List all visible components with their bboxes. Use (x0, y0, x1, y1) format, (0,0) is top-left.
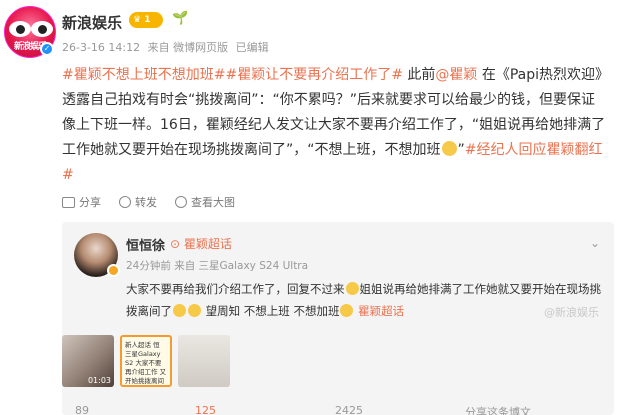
watermark: @新浪娱乐 (544, 306, 599, 319)
image-thumbnail[interactable]: 新人超话 恒 三星Galaxy S2 大家不要再介绍工作 又开始挑拨离间了 (120, 335, 172, 387)
chevron-down-icon[interactable]: ⌄ (590, 236, 600, 250)
sprout-icon[interactable]: 🌱 (172, 11, 188, 26)
share-label: 分享 (79, 196, 101, 209)
post-text-part: ” (457, 142, 465, 158)
supertopic-link[interactable]: ⊙ 瞿颖超话 (170, 235, 232, 252)
smile-emoji-icon (188, 304, 201, 317)
media-actions: 分享 转发 查看大图 (62, 194, 235, 210)
mention-link[interactable]: @瞿颖 (435, 67, 477, 83)
footer-count[interactable]: 2425 (335, 404, 363, 415)
avatar-eye-left (9, 21, 31, 37)
vip-level: 1 (144, 15, 151, 25)
thumbnail-text: 新人超话 恒 三星Galaxy S2 大家不要再介绍工作 又开始挑拨离间了 (125, 341, 167, 385)
image-thumbnail[interactable] (178, 335, 230, 387)
rotate-icon (119, 196, 131, 208)
share-icon (62, 196, 75, 208)
hashtag-link[interactable]: #瞿颖让不要再介绍工作了# (225, 67, 402, 83)
weibo-post: 新浪娱乐 ✓ 新浪娱乐 ♛ 1 🌱 26-3-16 14:12 来自 微博网页版… (0, 0, 617, 415)
footer-count[interactable]: 89 (75, 404, 89, 415)
quote-text-part: 望周知 不想上班 不想加班 (202, 304, 340, 318)
post-edited[interactable]: 已编辑 (236, 41, 269, 54)
repost-action[interactable]: 转发 (119, 194, 157, 210)
share-action[interactable]: 分享 (62, 194, 101, 210)
post-time[interactable]: 26-3-16 14:12 (62, 41, 140, 54)
video-thumbnail[interactable]: 01:03 (62, 335, 114, 387)
crying-emoji-icon (441, 141, 457, 156)
quote-thumbnails: 01:03 新人超话 恒 三星Galaxy S2 大家不要再介绍工作 又开始挑拨… (62, 335, 230, 387)
zoom-icon (175, 196, 187, 208)
post-meta: 26-3-16 14:12 来自 微博网页版 已编辑 (62, 39, 273, 55)
quoted-post[interactable]: 恒恒徐 ⊙ 瞿颖超话 ⌄ 24分钟前 来自 三星Galaxy S24 Ultra… (62, 222, 614, 415)
verified-badge-icon (107, 264, 120, 277)
supertopic-icon: ⊙ (170, 237, 181, 251)
crying-emoji-icon (345, 282, 359, 295)
footer-count[interactable]: 125 (195, 404, 216, 415)
quote-author-name[interactable]: 恒恒徐 (126, 235, 165, 254)
quote-text: 大家不要再给我们介绍工作了，回复不过来 姐姐说再给她排满了工作她就又要开始在现场挑… (126, 278, 606, 322)
post-source: 来自 微博网页版 (147, 41, 229, 54)
view-image-action[interactable]: 查看大图 (175, 194, 235, 210)
crying-emoji-icon (173, 304, 186, 317)
hashtag-link[interactable]: #瞿颖不想上班不想加班# (62, 67, 225, 83)
quote-text-part: 大家不要再给我们介绍工作了，回复不过来 (126, 282, 345, 296)
post-footer: 89 125 2425 分享这条博文 (0, 404, 617, 415)
crying-emoji-icon (340, 304, 354, 317)
share-post-link[interactable]: 分享这条博文 (465, 404, 531, 415)
post-text: #瞿颖不想上班不想加班##瞿颖让不要再介绍工作了# 此前@瞿颖 在《Papi热烈… (62, 63, 608, 188)
quote-meta: 24分钟前 来自 三星Galaxy S24 Ultra (126, 260, 309, 272)
author-name[interactable]: 新浪娱乐 (62, 12, 122, 33)
verified-badge-icon: ✓ (40, 42, 54, 56)
supertopic-link[interactable]: 瞿颖超话 (358, 304, 404, 318)
avatar-eye-right (31, 21, 53, 37)
post-text-part: 此前 (402, 67, 436, 83)
vip-crown-badge[interactable]: ♛ 1 (129, 12, 163, 28)
view-image-label: 查看大图 (191, 196, 235, 209)
repost-label: 转发 (135, 196, 157, 209)
video-duration: 01:03 (87, 376, 111, 385)
supertopic-label: 瞿颖超话 (183, 237, 232, 251)
